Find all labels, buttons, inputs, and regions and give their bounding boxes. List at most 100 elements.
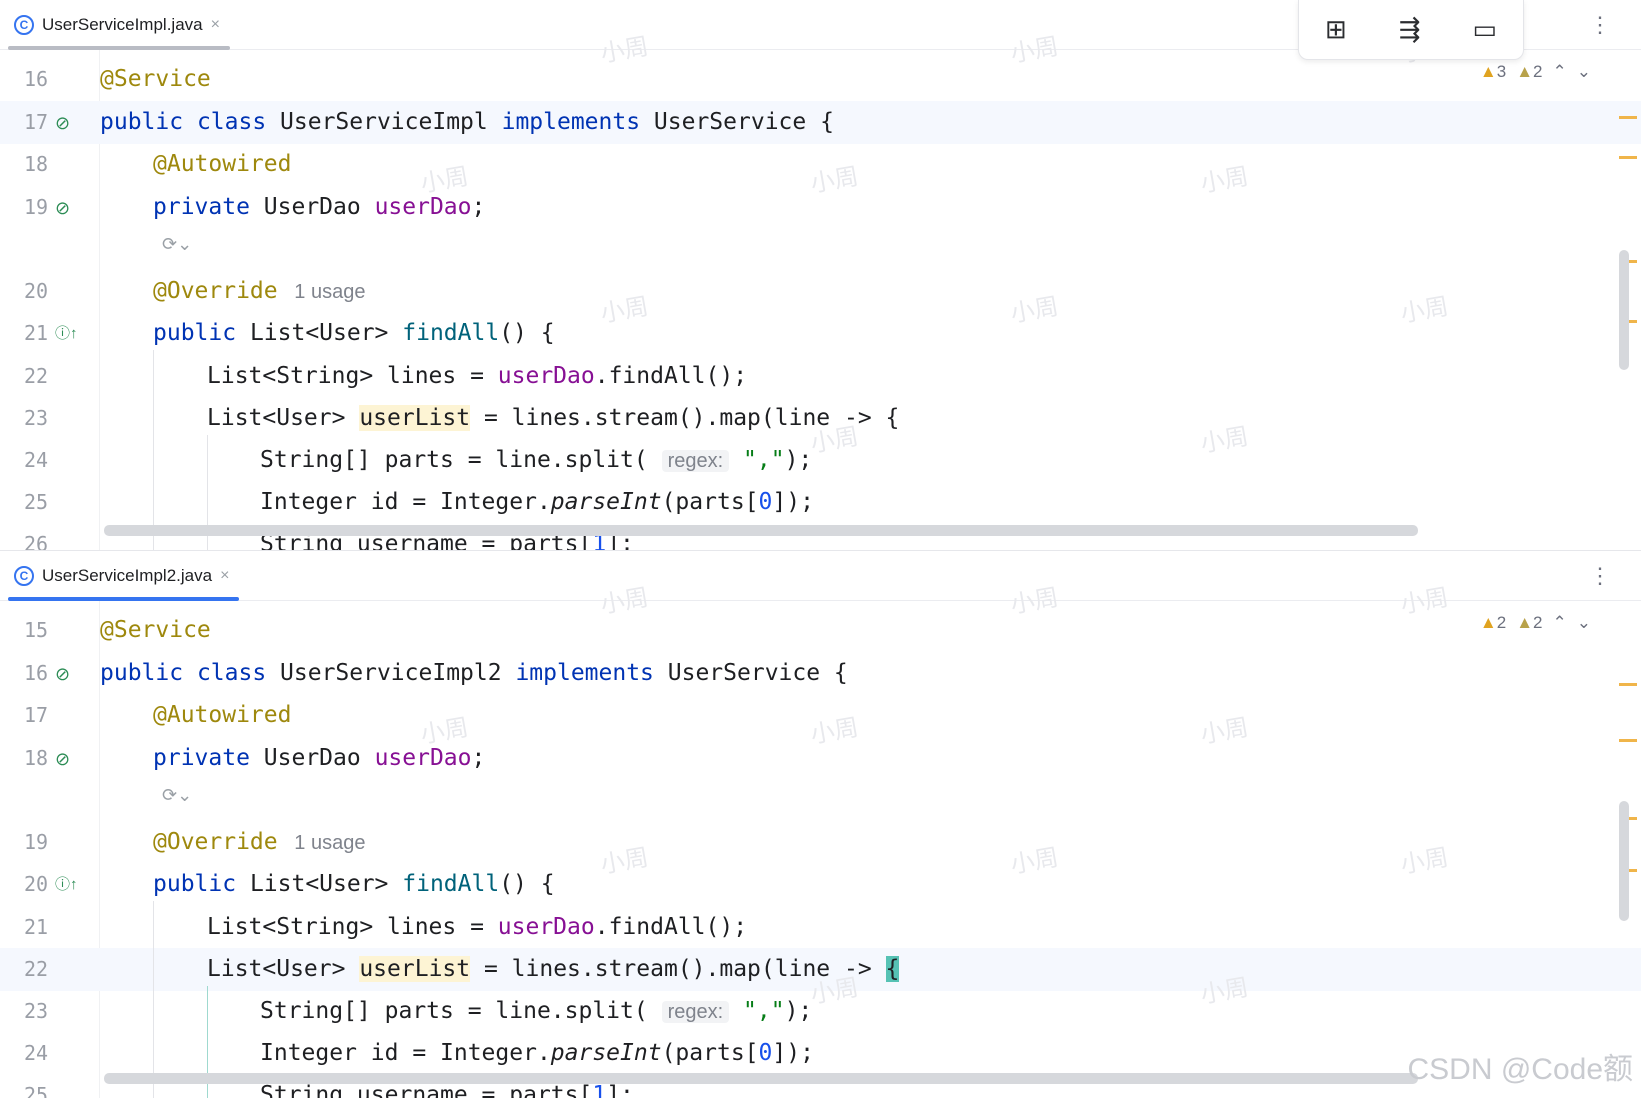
bean-gutter-icon[interactable]: ⊘ (55, 112, 79, 134)
chevron-up-icon[interactable]: ⌃ (1553, 62, 1567, 82)
code-token: String[] parts = line.split( (260, 998, 662, 1024)
weak-warning-count-text: 2 (1533, 62, 1543, 81)
code-line[interactable]: 19 ⊘ private UserDao userDao; (0, 186, 1641, 229)
chevron-up-icon[interactable]: ⌃ (1553, 613, 1567, 633)
code-line[interactable]: 20 @Override 1 usage (0, 270, 1641, 313)
weak-warning-count[interactable]: ▲2 (1516, 62, 1542, 82)
code-line[interactable]: 23 List<User> userList = lines.stream().m… (0, 397, 1641, 440)
code-line[interactable]: 21 List<String> lines = userDao.findAll()… (0, 906, 1641, 949)
line-number: 23 (24, 406, 49, 430)
code-line[interactable]: 15 @Service (0, 609, 1641, 652)
editor-pane-top: C UserServiceImpl.java × ⋮ 16 @Service 17 ⊘ publ… (0, 0, 1641, 550)
implements-gutter-icon[interactable]: ⓘ↑ (55, 874, 79, 896)
code-line[interactable]: 18 @Autowired (0, 143, 1641, 186)
code-line[interactable]: 17 ⊘ public class UserServiceImpl implemen… (0, 101, 1641, 144)
code-token: UserService { (653, 109, 834, 135)
code-line[interactable]: 24 String[] parts = line.split( regex: ",… (0, 439, 1641, 482)
indent-guide (153, 350, 154, 550)
code-text: @Autowired (153, 143, 291, 186)
wrap-text-icon[interactable]: ⇶ (1399, 14, 1421, 45)
warning-stripe-mark[interactable] (1619, 683, 1637, 686)
warning-count-text: 2 (1496, 613, 1507, 632)
bean-gutter-icon[interactable]: ⊘ (55, 748, 79, 770)
chevron-down-icon[interactable]: ⌄ (1577, 613, 1591, 633)
code-token: List<String> lines = (207, 914, 498, 940)
warning-icon: ▲ (1479, 62, 1497, 81)
code-text: @Override 1 usage (153, 270, 365, 313)
code-token: @Autowired (153, 151, 292, 177)
parameter-hint: regex: (661, 1001, 730, 1023)
code-line[interactable]: 20 ⓘ↑ public List<User> findAll() { (0, 863, 1641, 906)
code-line[interactable]: 22 List<User> userList = lines.stream().m… (0, 948, 1641, 991)
horizontal-scrollbar[interactable] (104, 1073, 1418, 1084)
code-line[interactable]: 19 @Override 1 usage (0, 821, 1641, 864)
code-token: () { (499, 320, 555, 346)
line-number: 15 (24, 618, 49, 642)
bean-gutter-icon[interactable]: ⊘ (55, 663, 79, 685)
warning-stripe-mark[interactable] (1619, 739, 1637, 742)
inspection-widget[interactable]: ▲3 ▲2 ⌃ ⌄ (1480, 62, 1591, 82)
code-line[interactable]: 23 String[] parts = line.split( regex: ",… (0, 990, 1641, 1033)
code-token: class (196, 660, 281, 686)
line-number: 26 (24, 532, 49, 550)
line-number: 20 (24, 279, 49, 303)
code-area[interactable]: 15 @Service 16 ⊘ public class UserServiceImp… (0, 601, 1641, 1098)
bean-gutter-icon[interactable]: ⊘ (55, 197, 79, 219)
code-token: UserService { (667, 660, 848, 686)
code-text: public List<User> findAll() { (153, 312, 555, 355)
code-text: public class UserServiceImpl implements … (100, 101, 834, 144)
code-line[interactable]: ⟳⌄ (0, 779, 1641, 822)
code-text: @Service (100, 609, 211, 652)
parameter-hint: regex: (661, 450, 730, 472)
warning-count[interactable]: ▲2 (1480, 613, 1506, 633)
inspection-widget[interactable]: ▲2 ▲2 ⌃ ⌄ (1480, 613, 1591, 633)
editor-tab[interactable]: C UserServiceImpl2.java × (8, 551, 240, 601)
code-token: = lines.stream().map(line -> { (470, 405, 900, 431)
code-token: UserDao (263, 194, 375, 220)
weak-warning-count[interactable]: ▲2 (1516, 613, 1542, 633)
tab-filename: UserServiceImpl.java (42, 15, 203, 34)
code-line[interactable]: 25 Integer id = Integer.parseInt(parts[0]… (0, 481, 1641, 524)
code-text: Integer id = Integer.parseInt(parts[0]); (260, 481, 814, 524)
editor-tab[interactable]: C UserServiceImpl.java × (8, 0, 230, 50)
vertical-scrollbar[interactable] (1619, 801, 1629, 921)
code-text: List<User> userList = lines.stream().map… (207, 397, 899, 440)
code-token: List<User> (207, 956, 360, 982)
more-options-icon[interactable]: ⋮ (1589, 565, 1611, 587)
line-number: 23 (24, 999, 49, 1023)
code-token: userList (359, 956, 471, 982)
code-token: UserDao (263, 745, 375, 771)
warning-stripe-mark[interactable] (1619, 116, 1637, 119)
inlay-annotation-icon[interactable]: ⟳⌄ (162, 234, 192, 255)
more-options-icon[interactable]: ⋮ (1589, 14, 1611, 36)
code-token: = lines.stream().map(line -> (470, 956, 886, 982)
code-token: public (100, 109, 197, 135)
grid-layout-icon[interactable]: ⊞ (1325, 14, 1347, 45)
code-token: ; (471, 745, 486, 771)
code-area[interactable]: 16 @Service 17 ⊘ public class UserServiceImp… (0, 50, 1641, 550)
code-line[interactable]: 24 Integer id = Integer.parseInt(parts[0]… (0, 1032, 1641, 1075)
code-token: ]); (772, 1040, 814, 1066)
code-text: String[] parts = line.split( regex: ",")… (260, 439, 812, 482)
code-token: { (885, 956, 900, 982)
close-icon[interactable]: × (211, 16, 220, 34)
code-line[interactable]: 18 ⊘ private UserDao userDao; (0, 737, 1641, 780)
close-icon[interactable]: × (220, 567, 229, 585)
usage-hint[interactable]: 1 usage (278, 832, 365, 854)
comment-icon[interactable]: ▭ (1472, 14, 1497, 45)
code-line[interactable]: 22 List<String> lines = userDao.findAll()… (0, 355, 1641, 398)
code-line[interactable]: 21 ⓘ↑ public List<User> findAll() { (0, 312, 1641, 355)
implements-gutter-icon[interactable]: ⓘ↑ (55, 323, 79, 345)
warning-count[interactable]: ▲3 (1480, 62, 1506, 82)
warning-stripe-mark[interactable] (1619, 156, 1637, 159)
chevron-down-icon[interactable]: ⌄ (1577, 62, 1591, 82)
code-line[interactable]: ⟳⌄ (0, 228, 1641, 271)
horizontal-scrollbar[interactable] (104, 525, 1418, 536)
inlay-annotation-icon[interactable]: ⟳⌄ (162, 785, 192, 806)
vertical-scrollbar[interactable] (1619, 250, 1629, 370)
code-line[interactable]: 16 @Service (0, 58, 1641, 101)
code-line[interactable]: 17 @Autowired (0, 694, 1641, 737)
code-line[interactable]: 16 ⊘ public class UserServiceImpl2 impleme… (0, 652, 1641, 695)
code-text: private UserDao userDao; (153, 737, 485, 780)
usage-hint[interactable]: 1 usage (278, 281, 365, 303)
